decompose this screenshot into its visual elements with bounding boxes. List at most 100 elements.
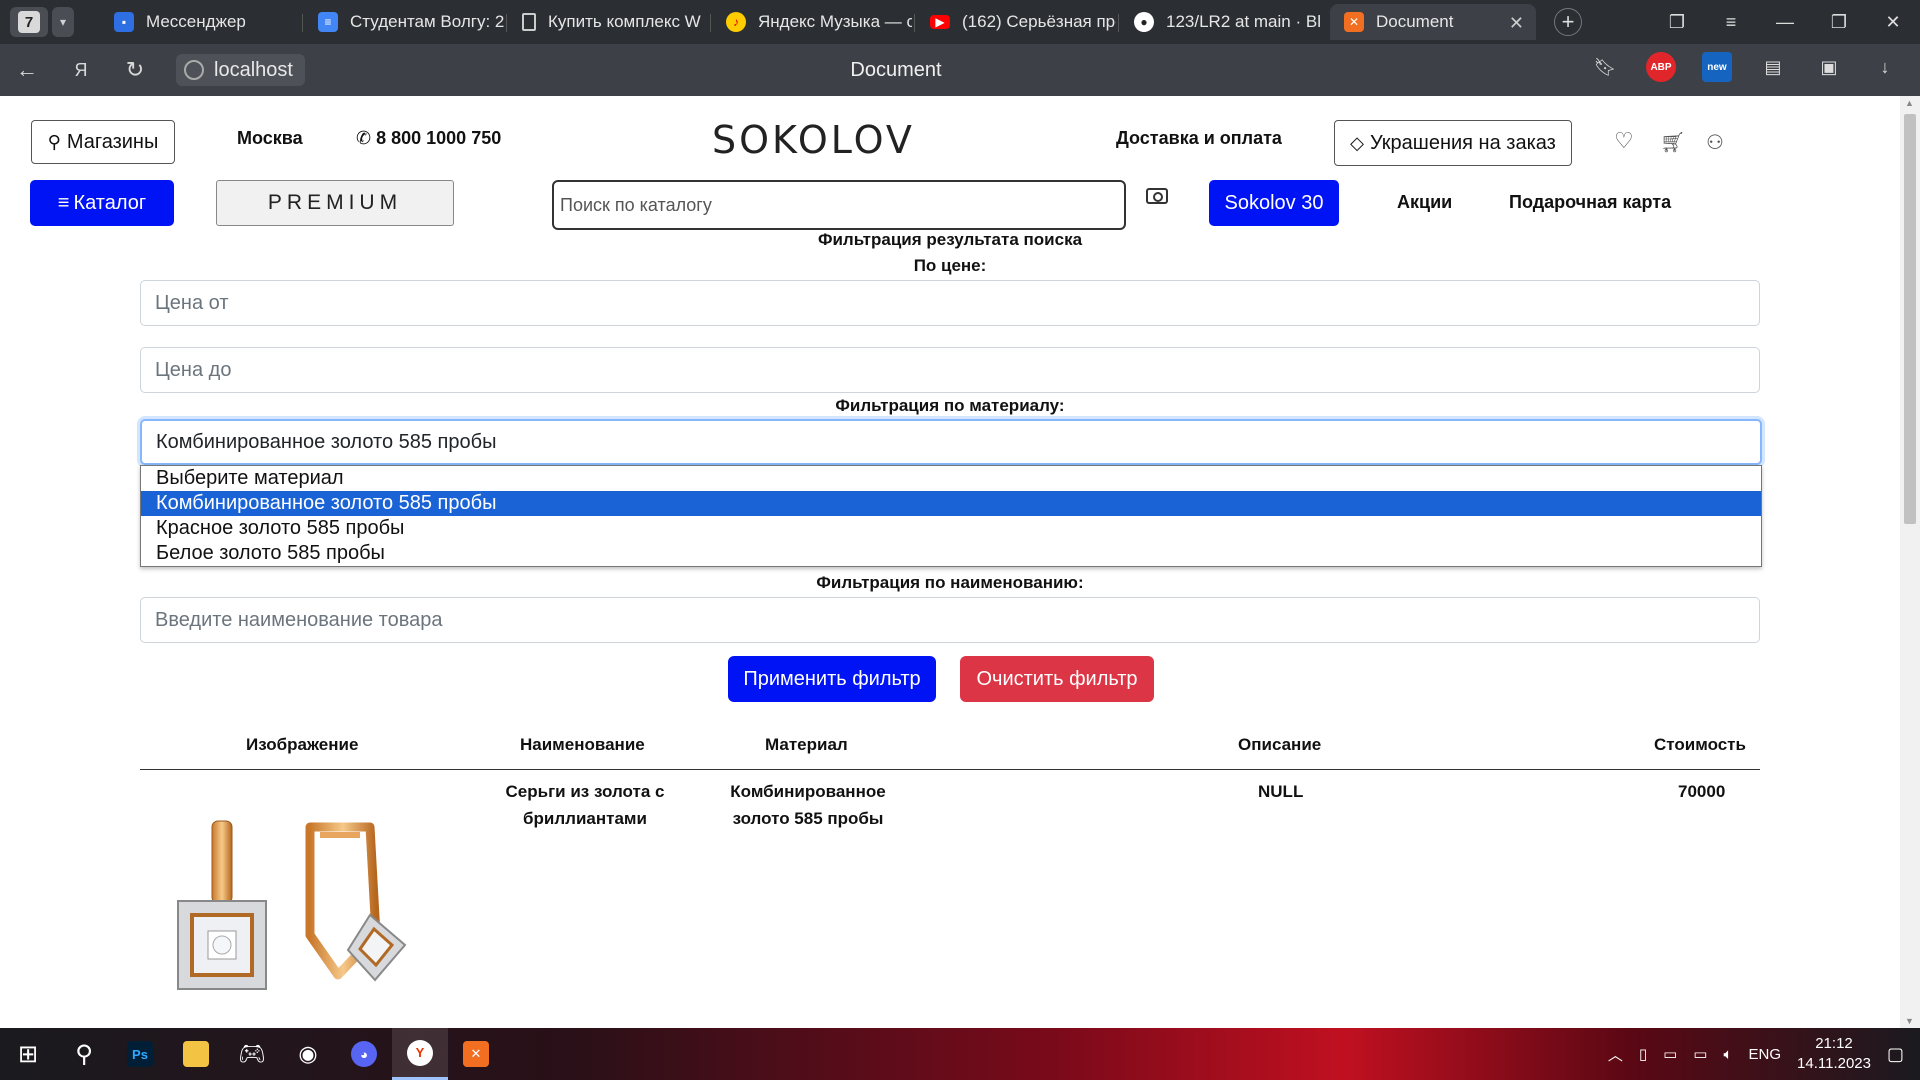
xampp-icon: ✕ <box>1344 12 1364 32</box>
price-filter-label: По цене: <box>913 256 987 275</box>
product-material-line: Комбинированное <box>730 782 886 801</box>
scrollbar-thumb[interactable] <box>1904 114 1916 524</box>
system-tray: ︿ ▯ ▭ ▭ 🔈︎ ENG 21:12 14.11.2023 ▢ <box>1608 1028 1920 1080</box>
site-logo[interactable]: SOKOLOV <box>712 118 915 162</box>
product-name-line: бриллиантами <box>523 809 647 828</box>
tab-docs[interactable]: ≡ Студентам Волгу: 20 <box>304 4 504 40</box>
custom-jewelry-button[interactable]: ◇ Украшения на заказ <box>1334 120 1572 166</box>
clock[interactable]: 21:12 14.11.2023 <box>1797 1034 1871 1074</box>
volume-icon[interactable]: 🔈︎ <box>1723 1046 1732 1063</box>
camera-icon[interactable] <box>1146 188 1168 204</box>
close-tab-icon[interactable]: ✕ <box>1509 13 1524 34</box>
sokolov30-button[interactable]: Sokolov 30 <box>1209 180 1339 226</box>
diamond-icon: ◇ <box>1350 132 1364 153</box>
pdf-icon[interactable]: ▣ <box>1814 52 1844 82</box>
windows-start-icon[interactable]: ⊞ <box>0 1028 56 1080</box>
material-option-selected[interactable]: Комбинированное золото 585 пробы <box>141 491 1761 516</box>
photoshop-icon[interactable]: Ps <box>112 1028 168 1080</box>
close-window-icon[interactable]: ✕ <box>1866 0 1920 44</box>
steam-icon[interactable]: ◉ <box>280 1028 336 1080</box>
material-option[interactable]: Выберите материал <box>141 466 1761 491</box>
phone-link[interactable]: ✆ 8 800 1000 750 <box>356 128 501 149</box>
hamburger-icon: ≡ <box>57 191 70 214</box>
material-option[interactable]: Белое золото 585 пробы <box>141 541 1761 566</box>
search-icon[interactable]: ⚲ <box>56 1028 112 1080</box>
tabs-dropdown-icon[interactable]: ▾ <box>52 7 74 37</box>
name-filter-input[interactable] <box>140 597 1760 643</box>
scroll-down-icon[interactable]: ▼ <box>1905 1016 1914 1026</box>
material-select[interactable]: Комбинированное золото 585 пробы <box>140 419 1762 465</box>
collections-icon[interactable]: ❐ <box>1650 0 1704 44</box>
language-indicator[interactable]: ENG <box>1749 1046 1782 1063</box>
user-pin-icon: ⚲ <box>47 131 61 152</box>
price-from-input[interactable] <box>140 280 1760 326</box>
usb-icon[interactable]: ▯ <box>1639 1045 1647 1063</box>
page-title: Document <box>850 58 942 81</box>
material-selected-value: Комбинированное золото 585 пробы <box>156 430 497 453</box>
clear-filter-button[interactable]: Очистить фильтр <box>960 656 1154 702</box>
restore-icon[interactable]: ❐ <box>1812 0 1866 44</box>
tab-count: 7 <box>18 11 40 33</box>
custom-jewelry-label: Украшения на заказ <box>1369 131 1556 154</box>
network-icon[interactable]: ▭ <box>1693 1045 1707 1063</box>
reader-icon[interactable]: ▤ <box>1758 52 1788 82</box>
adblock-icon[interactable]: ABP <box>1646 52 1676 82</box>
catalog-button[interactable]: ≡ Каталог <box>30 180 174 226</box>
scroll-up-icon[interactable]: ▲ <box>1905 98 1914 108</box>
downloads-icon[interactable]: ↓ <box>1870 52 1900 82</box>
menu-icon[interactable]: ≡ <box>1704 0 1758 44</box>
address-bar: ← Я ↻ localhost Document 🔖︎ ABP new ▤ ▣ … <box>0 44 1920 96</box>
tab-youtube[interactable]: ▶ (162) Серьёзная про <box>916 4 1116 40</box>
column-header-description: Описание <box>1238 735 1322 754</box>
file-explorer-icon[interactable] <box>168 1028 224 1080</box>
column-header-material: Материал <box>765 735 848 754</box>
tab-counter-button[interactable]: 7 <box>10 7 48 37</box>
new-tab-button[interactable]: + <box>1554 8 1582 36</box>
page-icon <box>522 13 536 31</box>
tab-separator <box>506 14 507 32</box>
xampp-taskbar-icon[interactable]: ✕ <box>448 1028 504 1080</box>
extensions: 🔖︎ ABP new ▤ ▣ ↓ <box>1590 52 1900 82</box>
windows-taskbar: ⊞ ⚲ Ps 🎮︎ ◉ ◕ Y ✕ ︿ ▯ ▭ ▭ 🔈︎ ENG 21:12 1… <box>0 1028 1920 1080</box>
gift-card-link[interactable]: Подарочная карта <box>1509 192 1671 213</box>
yandex-browser-icon[interactable]: Y <box>392 1028 448 1080</box>
new-extension-icon[interactable]: new <box>1702 52 1732 82</box>
notifications-icon[interactable]: ▢ <box>1887 1044 1904 1065</box>
tab-messenger[interactable]: ▪ Мессенджер <box>100 4 300 40</box>
minimize-icon[interactable]: — <box>1758 0 1812 44</box>
promo-link[interactable]: Акции <box>1397 192 1452 213</box>
search-input[interactable] <box>552 180 1126 230</box>
tab-document-active[interactable]: ✕ Document ✕ <box>1330 4 1536 40</box>
browser-tab-bar: 7 ▾ ▪ Мессенджер ≡ Студентам Волгу: 20 К… <box>0 0 1920 44</box>
tab-title: Яндекс Музыка — с <box>758 12 912 31</box>
battery-icon[interactable]: ▭ <box>1663 1045 1677 1063</box>
apply-filter-button[interactable]: Применить фильтр <box>728 656 936 702</box>
tab-shop[interactable]: Купить комплекс W <box>508 4 708 40</box>
tab-yandex-music[interactable]: ♪ Яндекс Музыка — с <box>712 4 912 40</box>
youtube-icon: ▶ <box>930 15 950 29</box>
stores-button[interactable]: ⚲ Магазины <box>31 120 175 164</box>
page-scrollbar[interactable]: ▲ ▼ <box>1900 96 1920 1028</box>
earrings-product-image <box>177 820 407 990</box>
cart-icon[interactable]: 🛒︎ <box>1660 130 1685 155</box>
gamepad-icon[interactable]: 🎮︎ <box>224 1028 280 1080</box>
city-link[interactable]: Москва <box>237 128 303 149</box>
column-header-price: Стоимость <box>1654 735 1746 754</box>
column-header-image: Изображение <box>246 735 359 754</box>
filter-title: Фильтрация результата поиска <box>817 230 1083 249</box>
discord-icon[interactable]: ◕ <box>336 1028 392 1080</box>
tray-chevron-icon[interactable]: ︿ <box>1608 1044 1623 1065</box>
delivery-link[interactable]: Доставка и оплата <box>1116 128 1282 149</box>
user-icon[interactable]: ⚇ <box>1706 130 1724 155</box>
tab-github[interactable]: ● 123/LR2 at main · Bl <box>1120 4 1320 40</box>
price-to-input[interactable] <box>140 347 1760 393</box>
material-option[interactable]: Красное золото 585 пробы <box>141 516 1761 541</box>
heart-icon[interactable]: ♡ <box>1614 128 1634 154</box>
tab-separator <box>710 14 711 32</box>
tab-title: Купить комплекс W <box>548 12 701 31</box>
premium-button[interactable]: PREMIUM <box>216 180 454 226</box>
phone-number: 8 800 1000 750 <box>376 128 502 148</box>
tab-title: Мессенджер <box>146 12 246 31</box>
tab-separator <box>302 14 303 32</box>
bookmark-icon[interactable]: 🔖︎ <box>1590 52 1620 82</box>
